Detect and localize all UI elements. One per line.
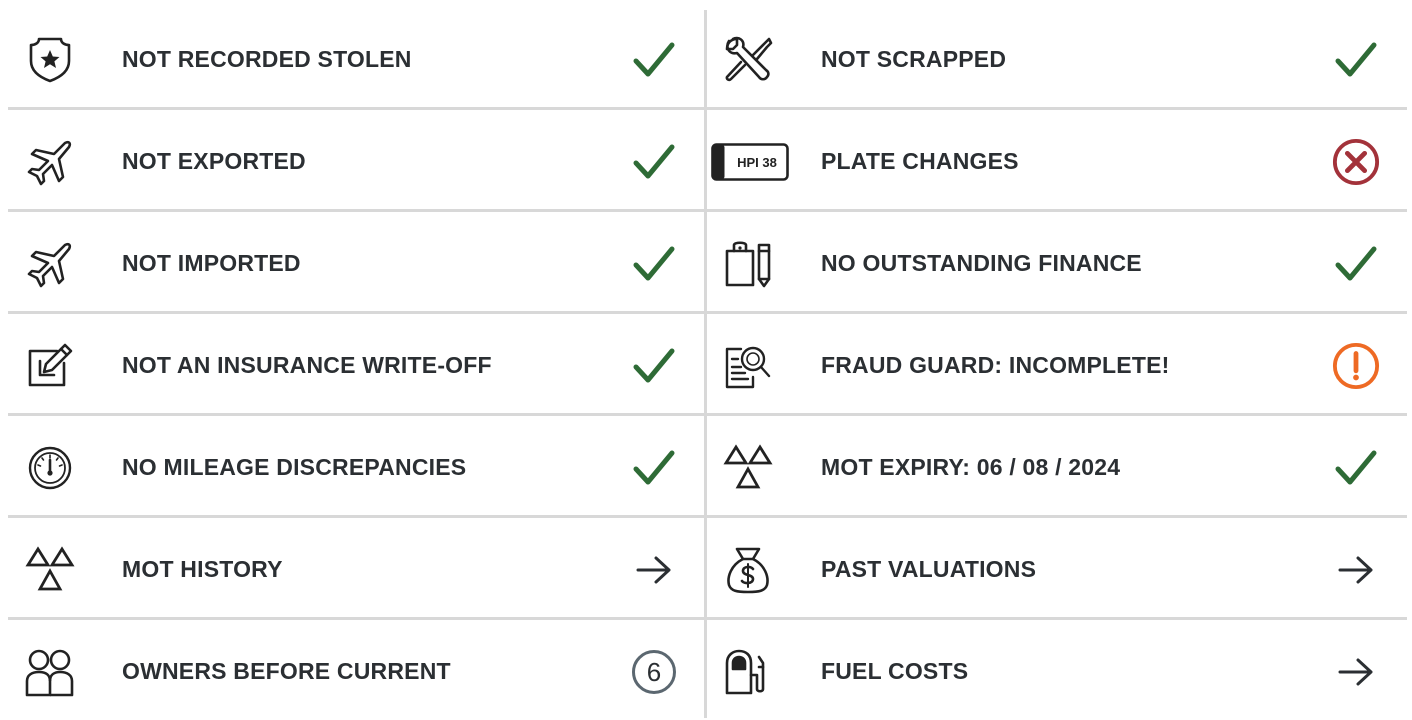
clipboard-pen-icon — [722, 238, 774, 290]
speedometer-icon — [24, 442, 76, 494]
warning-icon — [1332, 342, 1380, 390]
row-label: PLATE CHANGES — [821, 148, 1019, 174]
row-label: NO MILEAGE DISCREPANCIES — [122, 454, 467, 480]
mot-history-row[interactable]: MOT HISTORY — [8, 518, 704, 620]
mot-expiry-row[interactable]: MOT EXPIRY: 06 / 08 / 2024 — [707, 416, 1407, 518]
fuel-costs-row[interactable]: FUEL COSTS — [707, 620, 1407, 720]
check-row-stolen[interactable]: NOT RECORDED STOLEN — [8, 8, 704, 110]
check-row-imported[interactable]: NOT IMPORTED — [8, 212, 704, 314]
arrow-right-icon[interactable] — [1332, 648, 1380, 696]
check-icon — [630, 444, 678, 492]
number-plate-icon: HPI 38 — [711, 136, 789, 188]
row-label: NOT RECORDED STOLEN — [122, 46, 412, 72]
row-label: OWNERS BEFORE CURRENT — [122, 658, 451, 684]
owners-row[interactable]: OWNERS BEFORE CURRENT 6 — [8, 620, 704, 720]
row-label: NOT EXPORTED — [122, 148, 306, 174]
plate-text: HPI 38 — [737, 155, 777, 170]
check-icon — [630, 240, 678, 288]
check-row-mileage[interactable]: NO MILEAGE DISCREPANCIES — [8, 416, 704, 518]
right-column: NOT SCRAPPED HPI 38 PLATE CHANGES NO OUT… — [707, 0, 1407, 718]
check-icon — [1332, 444, 1380, 492]
row-label: NOT SCRAPPED — [821, 46, 1007, 72]
row-label: MOT HISTORY — [122, 556, 283, 582]
plate-changes-row[interactable]: HPI 38 PLATE CHANGES — [707, 110, 1407, 212]
owners-count-badge: 6 — [630, 648, 678, 696]
owners-icon — [24, 646, 76, 698]
document-search-icon — [722, 340, 774, 392]
check-row-scrapped[interactable]: NOT SCRAPPED — [707, 8, 1407, 110]
mot-triangles-icon — [24, 544, 76, 596]
check-icon — [630, 138, 678, 186]
tools-icon — [722, 34, 774, 86]
row-label: FRAUD GUARD: INCOMPLETE! — [821, 352, 1170, 378]
fraud-guard-row[interactable]: FRAUD GUARD: INCOMPLETE! — [707, 314, 1407, 416]
row-label: NOT AN INSURANCE WRITE-OFF — [122, 352, 492, 378]
row-label: NOT IMPORTED — [122, 250, 301, 276]
owners-count-value: 6 — [632, 650, 676, 694]
cross-circle-icon — [1332, 138, 1380, 186]
check-row-write-off[interactable]: NOT AN INSURANCE WRITE-OFF — [8, 314, 704, 416]
past-valuations-row[interactable]: PAST VALUATIONS — [707, 518, 1407, 620]
plane-icon — [24, 238, 76, 290]
plane-icon — [24, 136, 76, 188]
arrow-right-icon[interactable] — [1332, 546, 1380, 594]
row-label: MOT EXPIRY: 06 / 08 / 2024 — [821, 454, 1121, 480]
row-label: NO OUTSTANDING FINANCE — [821, 250, 1142, 276]
check-icon — [630, 36, 678, 84]
row-label: FUEL COSTS — [821, 658, 969, 684]
check-icon — [1332, 36, 1380, 84]
mot-triangles-icon — [722, 442, 774, 494]
finance-row[interactable]: NO OUTSTANDING FINANCE — [707, 212, 1407, 314]
arrow-right-icon[interactable] — [630, 546, 678, 594]
edit-document-icon — [24, 340, 76, 392]
check-row-exported[interactable]: NOT EXPORTED — [8, 110, 704, 212]
money-bag-icon — [722, 544, 774, 596]
police-badge-icon — [24, 34, 76, 86]
check-icon — [1332, 240, 1380, 288]
left-column: NOT RECORDED STOLEN NOT EXPORTED NOT IMP… — [8, 0, 704, 718]
check-icon — [630, 342, 678, 390]
fuel-pump-icon — [722, 646, 774, 698]
row-label: PAST VALUATIONS — [821, 556, 1037, 582]
